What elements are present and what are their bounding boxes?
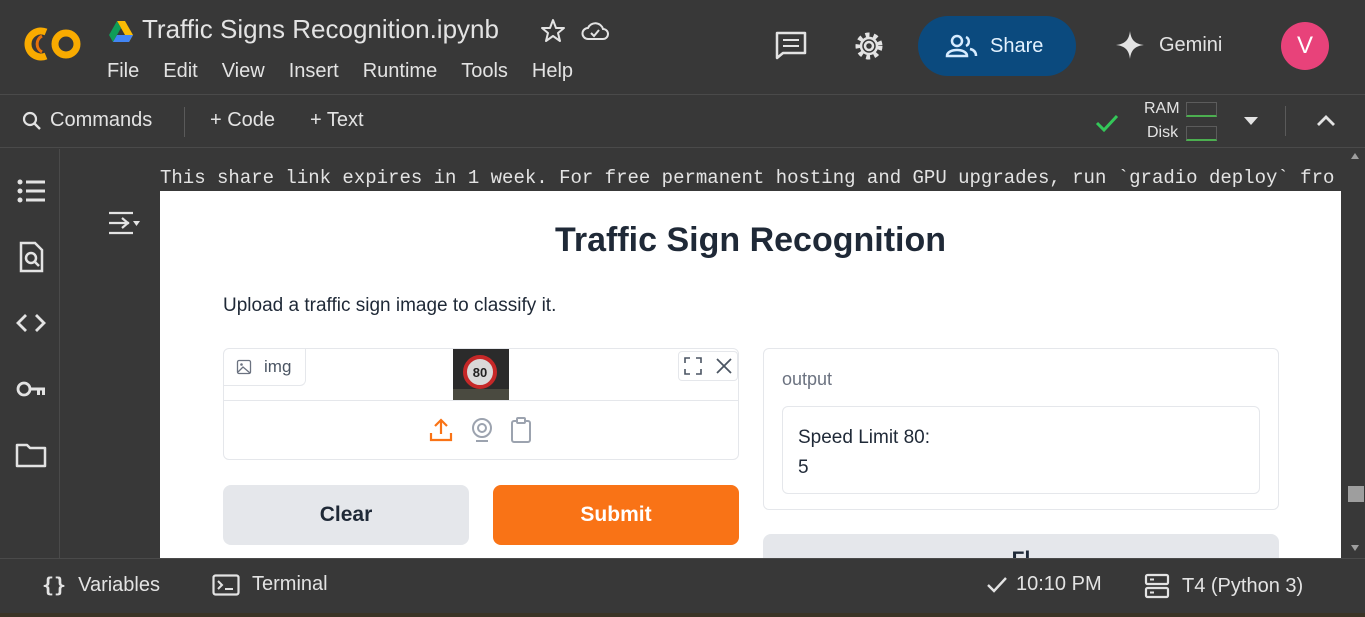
terminal-label: Terminal [252,573,328,595]
gemini-button[interactable]: Gemini [1115,30,1222,60]
secrets-key-icon[interactable] [15,373,47,405]
ram-label: RAM [1144,100,1180,117]
add-code-label: + Code [210,109,276,131]
search-icon [22,111,41,130]
thumbnail-sign-number: 80 [473,365,487,380]
flag-button[interactable]: Fl [763,534,1279,558]
add-text-label: + Text [310,109,364,131]
runtime-status[interactable]: T4 (Python 3) [1144,573,1303,599]
settings-icon[interactable] [851,28,887,64]
chevron-up-icon[interactable] [1314,110,1338,130]
uploaded-image-thumbnail: 80 [453,349,509,400]
menu-tools[interactable]: Tools [461,60,508,83]
app-title: Traffic Sign Recognition [554,221,947,259]
toolbar-divider [1285,106,1286,136]
comment-icon[interactable] [774,30,808,60]
execution-time: 10:10 PM [1016,573,1102,595]
image-icon [236,359,252,375]
scrollbar-thumb[interactable] [1348,486,1364,502]
upload-icon[interactable] [428,417,454,443]
connected-check-icon [1095,114,1119,133]
terminal-icon [212,573,240,596]
menu-runtime[interactable]: Runtime [363,60,437,83]
clipboard-icon[interactable] [510,417,532,443]
share-button[interactable]: Share [918,16,1076,76]
add-code-button[interactable]: + Code [210,109,275,132]
desktop-strip [0,613,1365,617]
runtime-label: T4 (Python 3) [1182,574,1304,597]
header: Traffic Signs Recognition.ipynb File Edi… [0,0,1365,94]
code-snippets-icon[interactable] [15,307,47,339]
checkmark-icon [987,576,1007,593]
scroll-up-arrow-icon[interactable] [1350,152,1360,160]
ram-meter[interactable] [1186,102,1217,117]
panel-divider [224,400,738,401]
clear-button[interactable]: Clear [223,485,469,545]
terminal-button[interactable]: Terminal [212,573,328,596]
menu-insert[interactable]: Insert [289,60,339,83]
cloud-saved-icon[interactable] [580,18,610,44]
notebook-content: This share link expires in 1 week. For f… [61,149,1365,558]
cell-output-text: This share link expires in 1 week. For f… [160,167,1335,189]
image-toolbar [678,351,738,381]
output-line-2: 5 [798,457,809,478]
colab-window: Traffic Signs Recognition.ipynb File Edi… [0,0,1365,617]
avatar[interactable]: V [1281,22,1329,70]
notebook-title[interactable]: Traffic Signs Recognition.ipynb [142,14,499,45]
output-label: output [782,369,833,389]
menu-help[interactable]: Help [532,60,573,83]
braces-icon: {} [42,573,67,597]
chevron-down-icon[interactable] [1242,114,1260,128]
menu-edit[interactable]: Edit [163,60,197,83]
star-icon[interactable] [540,18,566,44]
disk-label: Disk [1147,124,1179,141]
colab-logo[interactable] [20,24,84,64]
app-description: Upload a traffic sign image to classify … [223,295,557,316]
table-of-contents-icon[interactable] [15,175,47,207]
output-panel: output Speed Limit 80: 5 [763,348,1279,510]
fullscreen-icon[interactable] [684,357,702,375]
output-actions-icon[interactable] [107,207,141,239]
variables-label: Variables [78,573,160,596]
gemini-sparkle-icon [1116,31,1144,59]
image-label-text: img [264,357,292,376]
image-input-label: img [224,349,306,386]
drive-icon[interactable] [108,20,134,44]
find-replace-icon[interactable] [15,241,47,273]
gradio-app: Traffic Sign Recognition Upload a traffi… [160,191,1341,558]
menu-file[interactable]: File [107,60,139,83]
share-label: Share [990,34,1044,57]
left-sidebar [0,149,60,558]
menu-bar: File Edit View Insert Runtime Tools Help [107,60,597,83]
submit-button[interactable]: Submit [493,485,739,545]
image-input-panel[interactable]: img 80 [223,348,739,460]
status-bar: {} Variables Terminal 10:10 PM T4 (Pytho… [0,558,1365,613]
files-folder-icon[interactable] [15,439,47,471]
execution-status[interactable]: 10:10 PM [986,573,1102,596]
commands-label: Commands [50,109,153,131]
people-icon [945,34,978,58]
output-textbox[interactable]: Speed Limit 80: 5 [782,406,1260,494]
menu-view[interactable]: View [222,60,265,83]
close-icon[interactable] [715,357,733,375]
scroll-down-arrow-icon[interactable] [1350,544,1360,552]
variables-button[interactable]: {} Variables [42,573,160,597]
gemini-label: Gemini [1159,33,1223,56]
toolbar-divider [184,107,185,137]
disk-meter[interactable] [1186,126,1217,141]
webcam-icon[interactable] [470,417,494,443]
server-icon [1144,573,1170,599]
output-line-1: Speed Limit 80: [798,427,931,448]
commands-button[interactable]: Commands [22,109,152,132]
add-text-button[interactable]: + Text [310,109,364,132]
